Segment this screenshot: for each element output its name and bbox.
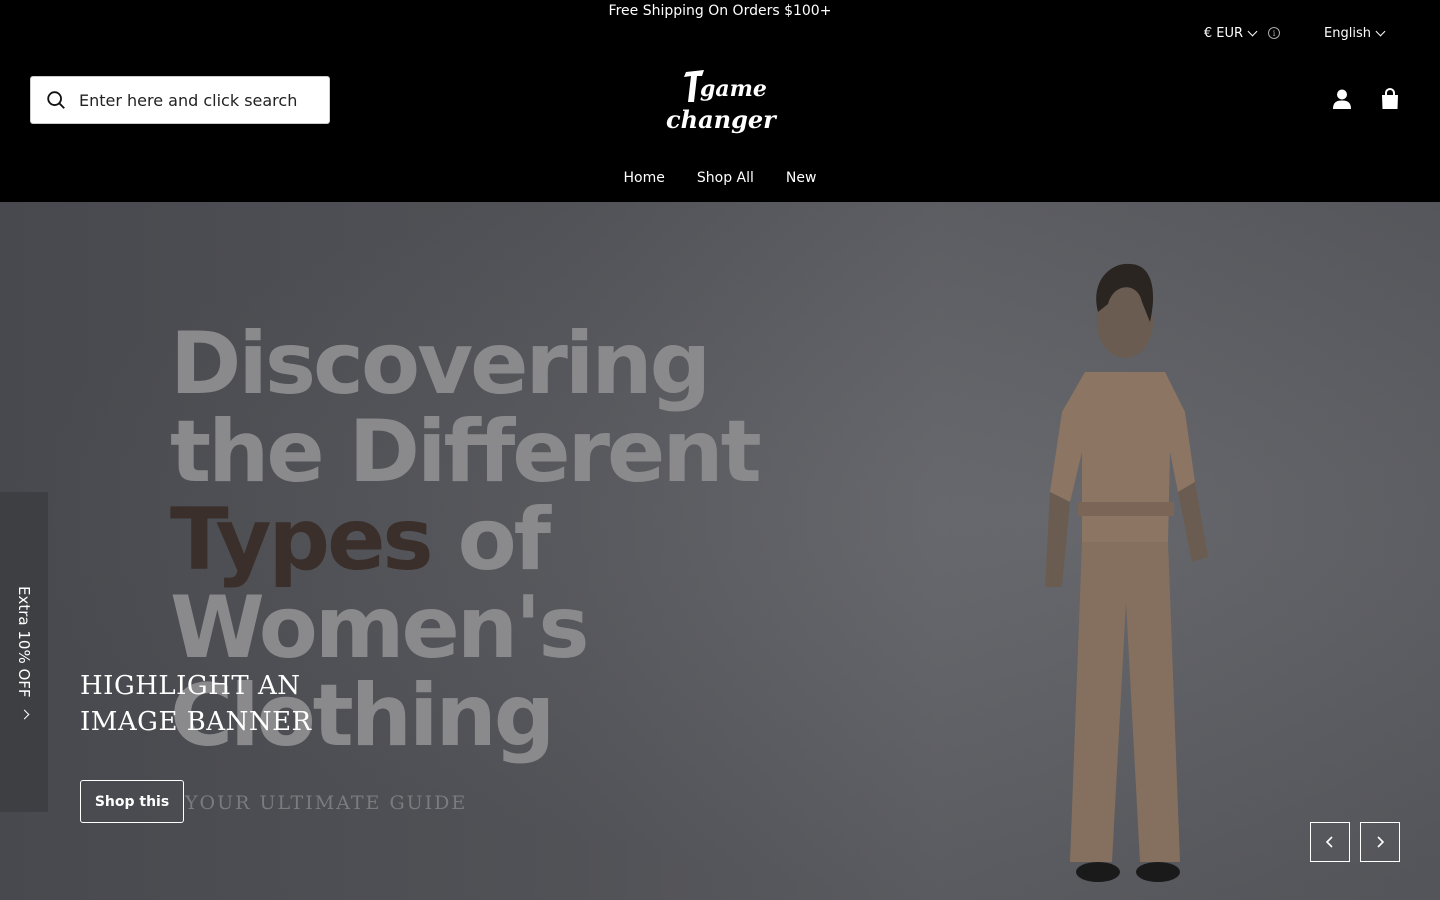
- language-selector[interactable]: English: [1324, 25, 1386, 41]
- side-tab-label: Extra 10% OFF: [15, 585, 33, 698]
- account-icon[interactable]: [1332, 88, 1352, 110]
- poster-line: Women's: [170, 578, 590, 678]
- chevron-right-icon: [19, 709, 29, 720]
- logo[interactable]: game changer: [664, 68, 782, 136]
- search-icon[interactable]: [45, 89, 67, 111]
- poster-accent-word: Types: [170, 490, 434, 590]
- logo-text-line2: changer: [666, 105, 778, 134]
- discount-side-tab[interactable]: Extra 10% OFF: [0, 492, 48, 812]
- model-photo: [1045, 263, 1208, 882]
- poster-line: Types of: [170, 496, 759, 584]
- site-header: Free Shipping On Orders $100+ € EUR i En…: [0, 0, 1440, 202]
- header-actions: [1332, 88, 1400, 110]
- poster-word: of: [457, 490, 551, 590]
- chevron-down-icon: [1375, 26, 1386, 36]
- logo-text-line1: game: [700, 76, 767, 102]
- currency-label: € EUR: [1203, 25, 1244, 41]
- chevron-right-icon: [1377, 836, 1385, 848]
- search-box[interactable]: [30, 76, 330, 124]
- currency-selector[interactable]: € EUR: [1203, 25, 1258, 41]
- search-input[interactable]: [79, 90, 299, 110]
- hero-banner: Discovering the Different Types of Women…: [0, 202, 1440, 900]
- announcement-bar: Free Shipping On Orders $100+: [608, 3, 832, 19]
- poster-line: the Different: [170, 402, 762, 502]
- shop-this-button[interactable]: Shop this: [80, 780, 184, 823]
- poster-line: Discovering: [170, 314, 711, 414]
- nav-item-shop-all[interactable]: Shop All: [697, 170, 754, 186]
- nav-item-home[interactable]: Home: [624, 170, 665, 186]
- main-nav: Home Shop All New: [0, 170, 1440, 186]
- language-label: English: [1324, 25, 1371, 41]
- slide-next-button[interactable]: [1360, 822, 1400, 862]
- banner-heading-line: IMAGE BANNER: [80, 707, 312, 737]
- banner-heading: HIGHLIGHT AN IMAGE BANNER: [80, 668, 480, 740]
- slide-prev-button[interactable]: [1310, 822, 1350, 862]
- utility-bar: € EUR i English: [1203, 22, 1386, 44]
- banner-heading-line: HIGHLIGHT AN: [80, 671, 301, 701]
- cart-icon[interactable]: [1380, 88, 1400, 110]
- chevron-left-icon: [1325, 836, 1333, 848]
- info-icon[interactable]: i: [1268, 27, 1281, 39]
- chevron-down-icon: [1247, 26, 1258, 36]
- poster-subtitle: YOUR ULTIMATE GUIDE: [185, 792, 468, 814]
- nav-item-new[interactable]: New: [786, 170, 817, 186]
